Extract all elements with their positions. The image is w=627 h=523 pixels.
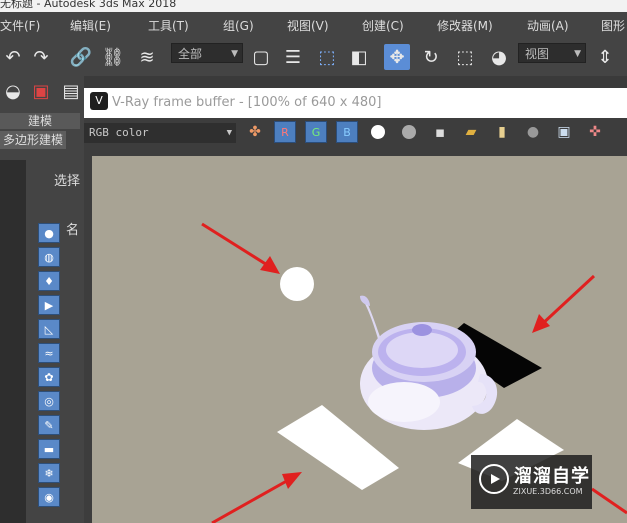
select-object-icon[interactable]: ▢ [248,44,274,70]
window-crossing-icon[interactable]: ◧ [346,44,372,70]
select-label: 选择 [54,174,81,189]
clear-icon[interactable]: ● [522,121,544,143]
create-helpers-icon[interactable]: ◺ [38,319,60,339]
arrow-to-white-plane [211,476,293,523]
create-lights-icon[interactable]: ♦ [38,271,60,291]
menu-file[interactable]: 文件(F) [0,17,40,34]
arrow-to-sphere [201,222,273,270]
arrow-to-black-plane [538,274,596,328]
selection-filter-value: 全部 [178,47,203,61]
render-frame-border [84,156,92,523]
reference-coordinate-dropdown[interactable]: 视图 ▼ [518,43,586,63]
main-toolbar: ↶ ↷ 🔗 ⛓ ≋ 全部 ▼ ▢ ☰ ⬚ ◧ ✥ ↻ ⬚ ◕ 视图 ▼ ⇕ [0,38,627,76]
vray-logo-icon: V [90,92,108,110]
save-icon[interactable]: ▪ [429,121,451,143]
create-geometry-icon[interactable]: ● [38,223,60,243]
menu-modifiers[interactable]: 修改器(M) [437,17,493,34]
vray-title-bar: V-Ray frame buffer - [100% of 640 x 480] [84,88,627,118]
vray-window-title: V-Ray frame buffer - [100% of 640 x 480] [112,95,382,110]
eye-icon[interactable]: ◉ [38,487,60,507]
red-channel-button[interactable]: R [274,121,296,143]
green-channel-button[interactable]: G [305,121,327,143]
pen-tool-icon[interactable]: ✎ [38,415,60,435]
menu-bar: 文件(F) 编辑(E) 工具(T) 组(G) 视图(V) 创建(C) 修改器(M… [0,12,627,38]
bind-space-warp-icon[interactable]: ≋ [134,44,160,70]
create-cameras-icon[interactable]: ▶ [38,295,60,315]
open-folder-icon[interactable]: ▰ [460,121,482,143]
arrow-to-right-plane [591,487,627,515]
menu-edit[interactable]: 编辑(E) [70,17,111,34]
scale-icon[interactable]: ⬚ [452,44,478,70]
menu-graph[interactable]: 图形 [601,17,625,34]
alpha-white-icon[interactable] [367,121,389,143]
pivot-icon[interactable]: ⇕ [592,44,618,70]
motion-icon[interactable]: ◎ [38,391,60,411]
window-title: 无标题 - Autodesk 3ds Max 2018 [0,0,177,10]
placement-icon[interactable]: ◕ [486,44,512,70]
chevron-down-icon: ▼ [226,128,232,138]
render-frame-border [84,147,627,156]
watermark-subtitle: ZIXUE.3D66.COM [513,487,583,496]
selection-filter-dropdown[interactable]: 全部 ▼ [171,43,243,63]
channel-dropdown[interactable]: RGB color ▼ [84,123,236,143]
secondary-toolbar: ◒ ▣ ▤ [0,76,84,108]
viewport-edge [0,160,26,523]
chevron-down-icon: ▼ [231,49,238,59]
tab-modeling[interactable]: 建模 [0,113,80,129]
mono-gray-icon[interactable] [398,121,420,143]
tab-polygon-modeling[interactable]: 多边形建模 [0,131,66,149]
region-render-icon[interactable]: ✜ [584,121,606,143]
rotate-icon[interactable]: ↻ [418,44,444,70]
channel-value: RGB color [89,126,149,139]
select-by-name-icon[interactable]: ☰ [280,44,306,70]
teapot-icon[interactable]: ◒ [0,78,26,104]
color-palette-icon[interactable]: ✤ [244,121,266,143]
watermark-title: 溜溜自学 [514,466,590,487]
snowflake-icon[interactable]: ❄ [38,463,60,483]
menu-views[interactable]: 视图(V) [287,17,329,34]
name-label: 名 [66,223,80,238]
unlink-icon[interactable]: ⛓ [100,44,126,70]
undo-icon[interactable]: ↶ [0,44,26,70]
create-systems-icon[interactable]: ✿ [38,367,60,387]
play-logo-icon [479,464,509,494]
blue-channel-button[interactable]: B [336,121,358,143]
create-shapes-icon[interactable]: ◍ [38,247,60,267]
menu-animation[interactable]: 动画(A) [527,17,569,34]
menu-create[interactable]: 创建(C) [362,17,404,34]
scene-explorer-icon[interactable]: ▤ [58,78,84,104]
teapot [360,295,498,430]
menu-tools[interactable]: 工具(T) [148,17,189,34]
move-icon[interactable]: ✥ [384,44,410,70]
window-title-bar: 无标题 - Autodesk 3ds Max 2018 [0,0,627,12]
track-mouse-icon[interactable]: ▣ [553,121,575,143]
chevron-down-icon: ▼ [574,49,581,59]
display-panel-icon[interactable]: ▬ [38,439,60,459]
reference-coordinate-value: 视图 [525,47,550,61]
create-spacewarps-icon[interactable]: ≈ [38,343,60,363]
render-frame-icon[interactable]: ▣ [28,78,54,104]
menu-group[interactable]: 组(G) [223,17,254,34]
link-icon[interactable]: 🔗 [68,44,94,70]
clipboard-icon[interactable]: ▮ [491,121,513,143]
rectangular-selection-icon[interactable]: ⬚ [314,44,340,70]
redo-icon[interactable]: ↷ [28,44,54,70]
sphere-light [280,267,314,301]
